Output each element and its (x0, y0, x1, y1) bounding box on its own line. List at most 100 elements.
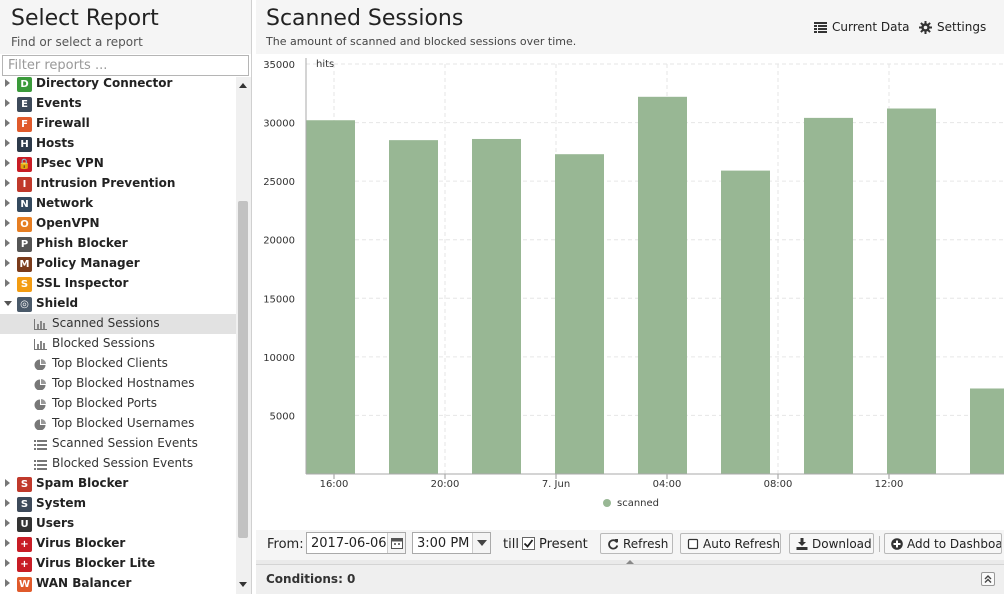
expand-arrow-icon[interactable] (5, 579, 10, 587)
tree-category-label: Events (36, 96, 82, 110)
tree-category-label: Policy Manager (36, 256, 140, 270)
expand-arrow-icon[interactable] (5, 479, 10, 487)
from-time-select[interactable]: 3:00 PM (412, 532, 491, 554)
tree-category-virus-blocker[interactable]: + Virus Blocker (0, 534, 236, 554)
events-icon: E (17, 97, 32, 112)
y-tick-label: 30000 (263, 119, 295, 130)
conditions-panel-header[interactable]: Conditions: 0 (256, 564, 1004, 594)
tree-report-blocked-sessions[interactable]: Blocked Sessions (0, 334, 236, 354)
tree-category-label: Network (36, 196, 94, 210)
download-icon (796, 538, 808, 550)
from-label: From: (267, 537, 304, 552)
tree-report-top-blocked-usernames[interactable]: Top Blocked Usernames (0, 414, 236, 434)
bar-scanned (887, 108, 936, 474)
pie-chart-icon (34, 359, 46, 370)
tree-category-wan-balancer[interactable]: W WAN Balancer (0, 574, 236, 594)
network-icon: N (17, 197, 32, 212)
double-chevron-up-icon (984, 575, 992, 583)
shield-icon: ◎ (17, 297, 32, 312)
tree-category-label: OpenVPN (36, 216, 100, 230)
tree-report-top-blocked-ports[interactable]: Top Blocked Ports (0, 394, 236, 414)
settings-button[interactable]: Settings (919, 19, 991, 37)
expand-arrow-open-icon[interactable] (4, 301, 12, 306)
auto-refresh-button[interactable]: Auto Refresh (680, 533, 781, 554)
tree-category-intrusion-prevention[interactable]: I Intrusion Prevention (0, 174, 236, 194)
hosts-icon: H (17, 137, 32, 152)
from-date-field[interactable]: 2017-06-06 (306, 532, 406, 554)
expand-arrow-icon[interactable] (5, 539, 10, 547)
tree-category-label: Spam Blocker (36, 476, 129, 490)
expand-arrow-icon[interactable] (5, 139, 10, 147)
till-label: till (503, 537, 519, 552)
tree-category-phish-blocker[interactable]: P Phish Blocker (0, 234, 236, 254)
expand-arrow-icon[interactable] (5, 219, 10, 227)
refresh-button[interactable]: Refresh (600, 533, 673, 554)
tree-scrollbar[interactable] (236, 77, 251, 594)
scroll-up-arrow-icon[interactable] (239, 83, 247, 88)
tree-report-top-blocked-hostnames[interactable]: Top Blocked Hostnames (0, 374, 236, 394)
expand-arrow-icon[interactable] (5, 499, 10, 507)
tree-category-directory-connector[interactable]: D Directory Connector (0, 77, 236, 94)
tree-category-network[interactable]: N Network (0, 194, 236, 214)
expand-arrow-icon[interactable] (5, 519, 10, 527)
tree-category-label: Virus Blocker (36, 536, 126, 550)
tree-category-policy-manager[interactable]: M Policy Manager (0, 254, 236, 274)
tree-category-label: Firewall (36, 116, 90, 130)
y-tick-label: 10000 (263, 353, 295, 364)
expand-conditions-button[interactable] (981, 572, 995, 586)
report-description: The amount of scanned and blocked sessio… (266, 35, 577, 48)
expand-arrow-icon[interactable] (5, 559, 10, 567)
tree-category-users[interactable]: U Users (0, 514, 236, 534)
tree-category-openvpn[interactable]: O OpenVPN (0, 214, 236, 234)
report-toolbar: From: 2017-06-06 3:00 PM till Present Re… (256, 530, 1004, 560)
expand-arrow-icon[interactable] (5, 159, 10, 167)
expand-arrow-icon[interactable] (5, 239, 10, 247)
tree-category-label: IPsec VPN (36, 156, 104, 170)
filter-reports-input[interactable] (2, 55, 249, 76)
tree-report-blocked-session-events[interactable]: Blocked Session Events (0, 454, 236, 474)
report-view-panel: Scanned Sessions The amount of scanned a… (256, 0, 1004, 594)
tree-report-scanned-sessions[interactable]: Scanned Sessions (0, 314, 236, 334)
tree-report-top-blocked-clients[interactable]: Top Blocked Clients (0, 354, 236, 374)
tree-report-label: Top Blocked Usernames (52, 416, 195, 430)
tree-report-scanned-session-events[interactable]: Scanned Session Events (0, 434, 236, 454)
tree-category-system[interactable]: S System (0, 494, 236, 514)
tree-category-virus-blocker-lite[interactable]: + Virus Blocker Lite (0, 554, 236, 574)
bar-scanned (472, 138, 521, 474)
tree-category-hosts[interactable]: H Hosts (0, 134, 236, 154)
expand-arrow-icon[interactable] (5, 79, 10, 87)
tree-category-spam-blocker[interactable]: S Spam Blocker (0, 474, 236, 494)
time-dropdown-trigger[interactable] (472, 533, 490, 553)
tree-category-shield[interactable]: ◎ Shield (0, 294, 236, 314)
expand-arrow-icon[interactable] (5, 99, 10, 107)
intrusion-prevention-icon: I (17, 177, 32, 192)
refresh-icon (608, 539, 619, 550)
expand-arrow-icon[interactable] (5, 279, 10, 287)
expand-arrow-icon[interactable] (5, 179, 10, 187)
scroll-thumb[interactable] (238, 201, 248, 538)
add-to-dashboard-button[interactable]: Add to Dashboard (884, 533, 1002, 554)
download-label: Download (812, 537, 872, 551)
current-data-button[interactable]: Current Data (814, 19, 910, 37)
tree-category-firewall[interactable]: F Firewall (0, 114, 236, 134)
expand-arrow-icon[interactable] (5, 119, 10, 127)
download-button[interactable]: Download (789, 533, 874, 554)
tree-category-ssl-inspector[interactable]: S SSL Inspector (0, 274, 236, 294)
bar-scanned (721, 170, 770, 474)
expand-arrow-icon[interactable] (5, 199, 10, 207)
users-icon: U (17, 517, 32, 532)
present-checkbox[interactable] (522, 537, 535, 550)
tree-category-events[interactable]: E Events (0, 94, 236, 114)
expand-arrow-icon[interactable] (5, 259, 10, 267)
tree-category-label: Hosts (36, 136, 75, 150)
date-picker-trigger[interactable] (387, 533, 405, 553)
conditions-label: Conditions: 0 (266, 572, 356, 586)
bar-scanned (389, 140, 438, 474)
virus-blocker-lite-icon: + (17, 557, 32, 572)
settings-label: Settings (937, 20, 987, 34)
tree-category-ipsec-vpn[interactable]: 🔒 IPsec VPN (0, 154, 236, 174)
from-time-value: 3:00 PM (417, 536, 470, 551)
unchecked-box-icon (687, 538, 699, 550)
scroll-down-arrow-icon[interactable] (239, 582, 247, 587)
ssl-inspector-icon: S (17, 277, 32, 292)
